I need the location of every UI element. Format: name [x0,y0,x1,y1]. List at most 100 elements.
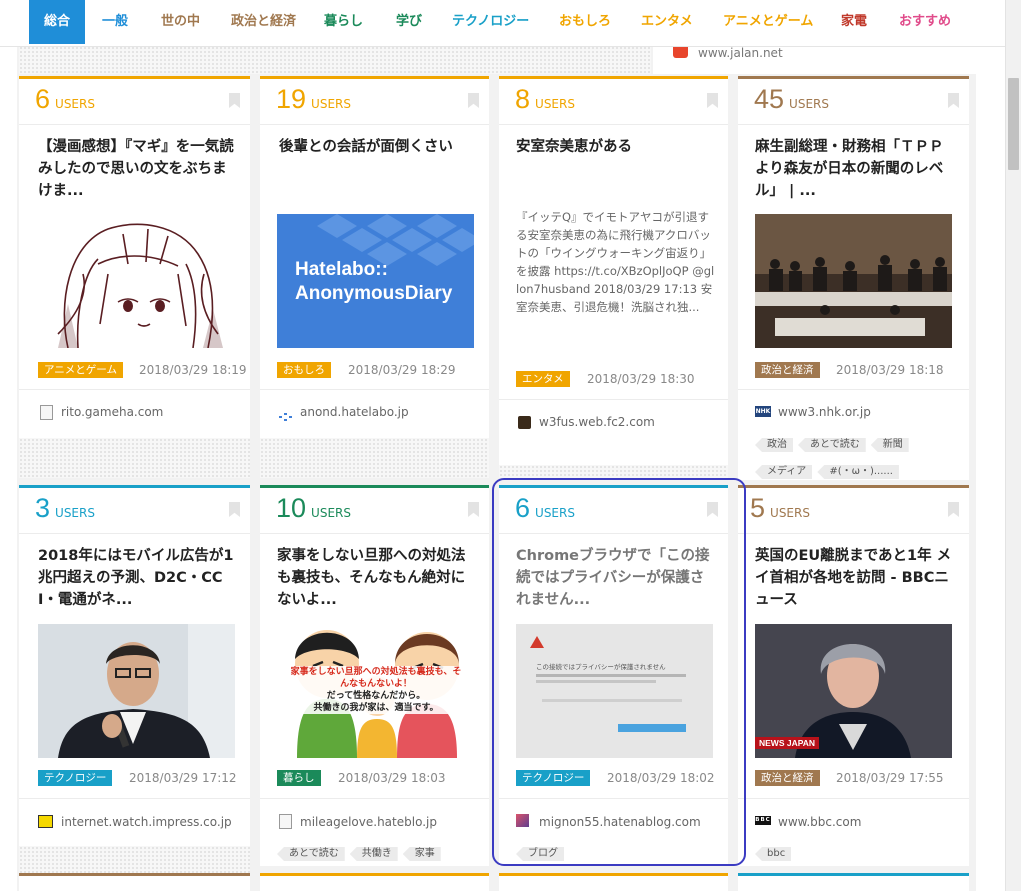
nav-tab-life[interactable]: 暮らし [324,0,363,44]
category-badge[interactable]: おもしろ [277,362,331,378]
nav-tab-general[interactable]: 一般 [102,0,128,44]
nav-tab-kaden[interactable]: 家電 [841,0,867,44]
nav-tab-game[interactable]: アニメとゲーム [723,0,813,44]
divider [738,124,969,125]
page-favicon-icon [40,405,53,420]
category-color-bar [260,485,489,488]
tag[interactable]: あとで読む [277,847,345,861]
divider [260,124,489,125]
bookmark-icon[interactable] [948,502,959,517]
divider [260,798,489,799]
users-number: 19 [276,84,307,114]
bookmark-icon[interactable] [707,93,718,108]
users-number: 8 [515,84,531,114]
users-count[interactable]: 19 USERS [276,84,351,115]
tag[interactable]: 新聞 [870,438,909,452]
entry-domain[interactable]: rito.gameha.com [61,405,163,419]
tag-list: あとで読む 共働き 家事 [277,841,487,866]
category-badge[interactable]: 政治と経済 [755,770,820,786]
users-label: USERS [789,97,829,111]
bookmark-icon[interactable] [468,93,479,108]
entry-card[interactable]: 5 USERS 英国のEU離脱まであと1年 メイ首相が各地を訪問 - BBCニュー… [738,485,969,866]
entry-thumbnail[interactable] [38,214,235,348]
jalan-favicon-icon [673,46,688,58]
users-count[interactable]: 45 USERS [754,84,829,115]
tag[interactable]: メディア [755,465,813,479]
entry-thumbnail[interactable] [38,624,235,758]
entry-thumbnail[interactable]: NEWS JAPAN [755,624,952,758]
tag[interactable]: 政治 [755,438,793,452]
tag-list: 政治 あとで読む 新聞メディア #(・ω・)...... [755,432,965,480]
category-color-bar [19,485,250,488]
scrollbar-thumb[interactable] [1008,78,1019,170]
entry-card[interactable]: 8 USERS 安室奈美恵がある 『イッテQ』でイモトアヤコが引退する安室奈美恵の… [499,76,728,465]
entry-date: 2018/03/29 18:30 [587,372,695,386]
entry-title[interactable]: 麻生副総理・財務相「ＴＰＰより森友が日本の新聞のレベル」 | ... [755,136,955,202]
entry-domain[interactable]: www.bbc.com [778,815,861,829]
entry-title[interactable]: 2018年にはモバイル広告が1兆円超えの予測、D2C・CCI・電通がネ... [38,545,238,611]
entry-card[interactable]: 3 USERS 2018年にはモバイル広告が1兆円超えの予測、D2C・CCI・電通… [19,485,250,846]
tag[interactable]: 家事 [402,847,441,861]
entry-title[interactable]: 後輩との会話が面倒くさい [279,136,479,158]
nav-tab-it[interactable]: テクノロジー [452,0,529,44]
entry-thumbnail[interactable]: 家事をしない旦那への対処法も裏技も、そんなもんないよ！ だって性格なんだから。 … [277,624,474,758]
users-count[interactable]: 8 USERS [515,84,575,115]
category-badge[interactable]: アニメとゲーム [38,362,123,378]
divider [499,124,728,125]
dotted-filler [19,846,250,873]
top-partial-card[interactable]: www.jalan.net [653,46,976,74]
users-count[interactable]: 6 USERS [35,84,95,115]
category-color-bar [260,76,489,79]
tag[interactable]: bbc [755,847,792,861]
users-count[interactable]: 10 USERS [276,493,351,524]
users-label: USERS [770,506,810,520]
parliament-photo [755,214,952,348]
category-badge[interactable]: 政治と経済 [755,362,820,378]
entry-card[interactable]: 6 USERS 【漫画感想】『マギ』を一気読みしたので思いの文をぶちまけま... … [19,76,250,438]
entry-domain[interactable]: www3.nhk.or.jp [778,405,871,419]
bookmark-icon[interactable] [948,93,959,108]
next-row-card[interactable] [499,873,728,891]
entry-title[interactable]: 家事をしない旦那への対処法も裏技も、そんなもん絶対にないよ... [277,545,477,611]
entry-card[interactable]: 19 USERS 後輩との会話が面倒くさい Hatelabo:: Anonymou… [260,76,489,438]
tag[interactable]: #(・ω・)...... [817,465,899,479]
entry-thumbnail[interactable]: Hatelabo:: AnonymousDiary [277,214,474,348]
category-color-bar [499,76,728,79]
nav-tab-all[interactable]: 総合 [29,0,85,44]
nav-tab-economics[interactable]: 政治と経済 [231,0,296,44]
divider [19,798,250,799]
next-row-card[interactable] [738,873,969,891]
nav-tab-fun[interactable]: おもしろ [559,0,611,44]
tag[interactable]: 共働き [349,847,398,861]
dotted-filler [19,438,250,478]
next-row-card[interactable] [19,873,250,891]
bookmark-icon[interactable] [229,93,240,108]
entry-domain[interactable]: anond.hatelabo.jp [300,405,409,419]
entry-domain[interactable]: w3fus.web.fc2.com [539,415,655,429]
entry-title[interactable]: 英国のEU離脱まであと1年 メイ首相が各地を訪問 - BBCニュース [755,545,955,611]
bookmark-icon[interactable] [468,502,479,517]
tag[interactable]: あとで読む [798,438,866,452]
entry-domain[interactable]: mileagelove.hateblo.jp [300,815,437,829]
users-number: 10 [276,493,307,523]
entry-card[interactable]: 10 USERS 家事をしない旦那への対処法も裏技も、そんなもん絶対にないよ...… [260,485,489,866]
category-badge[interactable]: 暮らし [277,770,321,786]
bookmark-icon[interactable] [229,502,240,517]
entry-card[interactable]: 45 USERS 麻生副総理・財務相「ＴＰＰより森友が日本の新聞のレベル」 | .… [738,76,969,480]
entry-thumbnail[interactable] [755,214,952,348]
nav-tab-knowledge[interactable]: 学び [396,0,422,44]
users-count[interactable]: 5 USERS [750,493,810,524]
category-badge[interactable]: エンタメ [516,371,570,387]
nav-tab-social[interactable]: 世の中 [161,0,200,44]
entry-title[interactable]: 安室奈美恵がある [516,136,716,158]
users-label: USERS [311,97,351,111]
next-row-card[interactable] [260,873,489,891]
entry-title[interactable]: 【漫画感想】『マギ』を一気読みしたので思いの文をぶちまけま... [38,136,238,202]
nav-tab-recommend[interactable]: おすすめ [899,0,951,44]
users-count[interactable]: 3 USERS [35,493,95,524]
category-badge[interactable]: テクノロジー [38,770,113,786]
nav-tab-entertainment[interactable]: エンタメ [641,0,693,44]
entry-date: 2018/03/29 18:19 [139,363,247,377]
page-scrollbar[interactable] [1005,0,1021,891]
entry-domain[interactable]: internet.watch.impress.co.jp [61,815,232,829]
